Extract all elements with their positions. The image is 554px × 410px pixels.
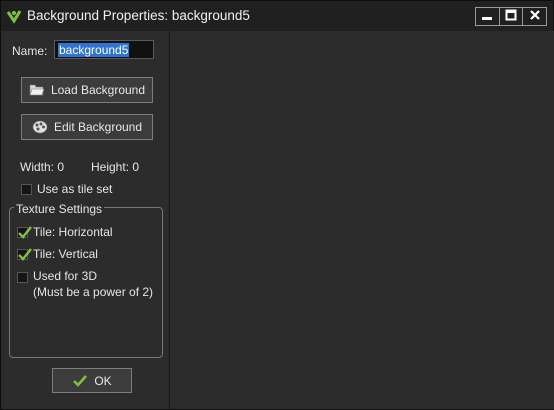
folder-open-icon bbox=[29, 83, 45, 97]
palette-icon bbox=[32, 120, 48, 134]
ok-label: OK bbox=[94, 373, 112, 388]
ok-button[interactable]: OK bbox=[52, 368, 132, 393]
load-background-button[interactable]: Load Background bbox=[21, 77, 153, 103]
checkmark-icon bbox=[18, 247, 32, 264]
title-bar[interactable]: Background Properties: background5 bbox=[1, 1, 553, 31]
used-3d-checkbox[interactable] bbox=[17, 272, 28, 283]
edit-background-label: Edit Background bbox=[53, 120, 143, 134]
tile-horizontal-label: Tile: Horizontal bbox=[33, 225, 113, 239]
background-properties-window: Background Properties: background5 Name:… bbox=[0, 0, 554, 410]
close-icon bbox=[529, 9, 541, 24]
edit-background-button[interactable]: Edit Background bbox=[21, 114, 153, 140]
name-label: Name: bbox=[12, 44, 48, 58]
minimize-icon bbox=[481, 9, 493, 24]
window-controls bbox=[475, 7, 547, 26]
close-button[interactable] bbox=[523, 8, 546, 25]
height-label: Height: 0 bbox=[91, 160, 140, 174]
used-3d-note: (Must be a power of 2) bbox=[33, 285, 154, 299]
width-label: Width: 0 bbox=[20, 160, 65, 174]
gamemaker-icon bbox=[6, 8, 22, 24]
tile-vertical-label: Tile: Vertical bbox=[33, 247, 98, 261]
tile-horizontal-checkbox[interactable] bbox=[17, 226, 32, 239]
minimize-button[interactable] bbox=[476, 8, 500, 25]
texture-settings-title: Texture Settings bbox=[14, 202, 105, 216]
tileset-label: Use as tile set bbox=[37, 182, 113, 196]
properties-panel: Name: background5 Load Background Edit B… bbox=[2, 31, 168, 409]
tileset-checkbox[interactable] bbox=[21, 184, 32, 195]
name-input[interactable]: background5 bbox=[54, 40, 154, 59]
maximize-icon bbox=[505, 9, 517, 24]
maximize-button[interactable] bbox=[500, 8, 524, 25]
tile-vertical-checkbox[interactable] bbox=[17, 248, 32, 261]
load-background-label: Load Background bbox=[50, 83, 146, 97]
name-value: background5 bbox=[58, 43, 130, 57]
used-3d-label: Used for 3D bbox=[33, 269, 98, 283]
checkmark-icon bbox=[18, 225, 32, 242]
checkmark-icon bbox=[72, 374, 88, 388]
background-preview-area[interactable] bbox=[169, 31, 554, 409]
window-title: Background Properties: background5 bbox=[27, 8, 250, 23]
